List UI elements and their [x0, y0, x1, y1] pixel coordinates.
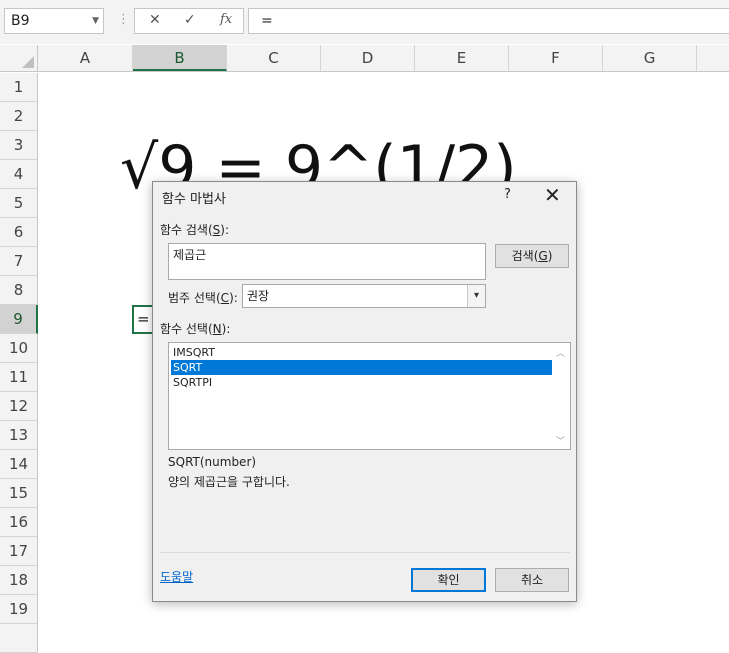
- cancel-button[interactable]: 취소: [495, 568, 569, 592]
- grip-dots-icon: ⋮: [117, 12, 130, 27]
- row-header-6[interactable]: 6: [0, 218, 38, 247]
- formula-input[interactable]: =: [248, 8, 729, 34]
- formula-buttons: ✕ ✓ fx: [134, 8, 244, 34]
- name-box-value: B9: [11, 13, 30, 29]
- help-icon[interactable]: ?: [504, 187, 511, 202]
- row-header-10[interactable]: 10: [0, 334, 38, 363]
- function-search-input[interactable]: 제곱근: [168, 243, 486, 280]
- column-header-h[interactable]: [697, 45, 729, 71]
- list-item[interactable]: SQRTPI: [171, 375, 552, 390]
- column-header-c[interactable]: C: [227, 45, 321, 71]
- row-header-12[interactable]: 12: [0, 392, 38, 421]
- column-header-a[interactable]: A: [38, 45, 133, 71]
- column-header-f[interactable]: F: [509, 45, 603, 71]
- column-header-d[interactable]: D: [321, 45, 415, 71]
- help-link[interactable]: 도움말: [160, 568, 193, 585]
- name-box[interactable]: B9 ▼: [4, 8, 104, 34]
- row-header-17[interactable]: 17: [0, 537, 38, 566]
- function-description: 양의 제곱근을 구합니다.: [168, 475, 290, 489]
- category-label: 범주 선택(C):: [168, 291, 238, 305]
- row-header-1[interactable]: 1: [0, 73, 38, 102]
- column-header-g[interactable]: G: [603, 45, 697, 71]
- row-header-3[interactable]: 3: [0, 131, 38, 160]
- search-button[interactable]: 검색(G): [495, 244, 569, 268]
- list-item-selected[interactable]: SQRT: [171, 360, 552, 375]
- function-wizard-dialog: 함수 마법사 ? ✕ 함수 검색(S): 제곱근 검색(G) 범주 선택(C):…: [152, 181, 577, 602]
- function-listbox[interactable]: IMSQRT SQRT SQRTPI ︿ ﹀: [168, 342, 571, 450]
- ok-button[interactable]: 확인: [411, 568, 486, 592]
- scroll-up-icon[interactable]: ︿: [556, 346, 565, 359]
- scroll-down-icon[interactable]: ﹀: [556, 434, 565, 447]
- row-header-19[interactable]: 19: [0, 595, 38, 624]
- search-label: 함수 검색(S):: [160, 223, 230, 237]
- row-header-8[interactable]: 8: [0, 276, 38, 305]
- category-select[interactable]: 권장 ▾: [242, 284, 486, 308]
- dialog-title: 함수 마법사: [162, 192, 226, 207]
- row-header-18[interactable]: 18: [0, 566, 38, 595]
- listbox-scrollbar[interactable]: ︿ ﹀: [553, 343, 570, 449]
- row-header-11[interactable]: 11: [0, 363, 38, 392]
- column-header-e[interactable]: E: [415, 45, 509, 71]
- function-syntax: SQRT(number): [168, 455, 257, 469]
- enter-formula-icon[interactable]: ✓: [184, 12, 196, 28]
- column-header-bar: A B C D E F G: [0, 45, 729, 72]
- column-header-b[interactable]: B: [133, 45, 227, 71]
- row-header-7[interactable]: 7: [0, 247, 38, 276]
- row-header-13[interactable]: 13: [0, 421, 38, 450]
- chevron-down-icon[interactable]: ▾: [467, 285, 485, 307]
- row-header-16[interactable]: 16: [0, 508, 38, 537]
- cancel-formula-icon[interactable]: ✕: [149, 12, 161, 28]
- row-header-9[interactable]: 9: [0, 305, 38, 334]
- row-header-20[interactable]: [0, 624, 38, 653]
- insert-function-icon[interactable]: fx: [220, 12, 232, 27]
- row-header-4[interactable]: 4: [0, 160, 38, 189]
- close-icon[interactable]: ✕: [544, 183, 561, 207]
- row-header-14[interactable]: 14: [0, 450, 38, 479]
- category-value: 권장: [247, 289, 270, 303]
- list-item[interactable]: IMSQRT: [171, 345, 552, 360]
- function-select-label: 함수 선택(N):: [160, 322, 231, 336]
- row-header-5[interactable]: 5: [0, 189, 38, 218]
- row-header-2[interactable]: 2: [0, 102, 38, 131]
- chevron-down-icon[interactable]: ▼: [92, 9, 99, 33]
- divider: [160, 552, 570, 553]
- row-header-15[interactable]: 15: [0, 479, 38, 508]
- formula-bar: B9 ▼ ⋮ ✕ ✓ fx =: [0, 0, 729, 44]
- select-all-button[interactable]: [0, 45, 38, 71]
